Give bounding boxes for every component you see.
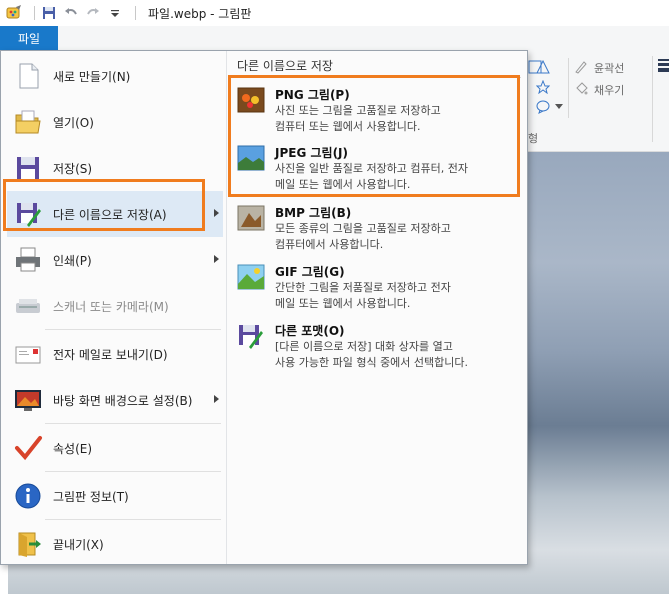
info-icon [13,481,43,511]
submenu-item-description: 모든 종류의 그림을 고품질로 저장하고 컴퓨터에서 사용합니다. [275,222,451,251]
menu-item-label: 전자 메일로 보내기(D) [53,347,168,362]
menu-item-properties[interactable]: 속성(E) [7,425,223,471]
scanner-icon [13,291,43,321]
title-bar: 파일.webp - 그림판 [0,0,669,26]
ribbon-shapes-group: 윤곽선 채우기 형 [528,52,669,152]
submenu-arrow-icon [214,255,219,263]
submenu-header: 다른 이름으로 저장 [237,59,333,73]
menu-item-label: 그림판 정보(T) [53,489,129,504]
submenu-item-title: BMP 그림(B) [275,206,352,220]
menu-item-label: 스캐너 또는 카메라(M) [53,299,169,314]
triangle-shape-icon[interactable] [536,59,550,74]
divider [135,6,136,20]
menu-item-label: 열기(O) [53,115,94,130]
printer-icon [13,245,43,275]
outline-icon[interactable] [574,60,588,74]
star-shape-icon[interactable] [535,79,551,95]
menu-item-desktop-background[interactable]: 바탕 화면 배경으로 설정(B) [7,377,223,423]
exit-icon [13,529,43,559]
menu-item-exit[interactable]: 끝내기(X) [7,521,223,567]
paint-app-icon[interactable] [6,5,22,21]
size-icon[interactable] [658,58,669,72]
email-icon [13,339,43,369]
submenu-arrow-icon [214,395,219,403]
save-quick-icon[interactable] [41,5,57,21]
redo-icon[interactable] [85,5,101,21]
submenu-arrow-icon [214,209,219,217]
submenu-item-gif[interactable]: GIF 그림(G) 간단한 그림을 저품질로 저장하고 전자 메일 또는 웹에서… [231,260,523,318]
shapes-more-icon[interactable] [554,100,568,114]
divider [45,329,221,330]
callout-shape-icon[interactable] [536,100,550,114]
menu-item-label: 끝내기(X) [53,537,104,552]
window-title: 파일.webp - 그림판 [148,6,252,21]
menu-item-print[interactable]: 인쇄(P) [7,237,223,283]
undo-icon[interactable] [63,5,79,21]
menu-item-label: 새로 만들기(N) [53,69,131,84]
menu-item-open[interactable]: 열기(O) [7,99,223,145]
submenu-item-title: GIF 그림(G) [275,265,345,279]
file-menu-commands: 새로 만들기(N) 열기(O) 저장(S) 다른 이름으로 저장(A) 인쇄(P… [1,51,227,564]
submenu-item-description: [다른 이름으로 저장] 대화 상자를 열고 사용 가능한 파일 형식 중에서 … [275,340,469,369]
menu-item-label: 인쇄(P) [53,253,92,268]
menu-item-email[interactable]: 전자 메일로 보내기(D) [7,331,223,377]
highlight-save-as [3,179,205,231]
submenu-item-other-format[interactable]: 다른 포맷(O) [다른 이름으로 저장] 대화 상자를 열고 사용 가능한 파… [231,319,523,377]
submenu-item-title: 다른 포맷(O) [275,324,345,338]
submenu-item-description: 간단한 그림을 저품질로 저장하고 전자 메일 또는 웹에서 사용합니다. [275,281,451,310]
divider [568,58,569,118]
menu-item-label: 저장(S) [53,161,93,176]
file-tab[interactable]: 파일 [0,26,58,50]
menu-item-label: 속성(E) [53,441,93,456]
desktop-background-icon [13,385,43,415]
open-folder-icon [13,107,43,137]
group-label: 형 [528,132,539,145]
bmp-image-icon [237,205,265,231]
other-format-icon [237,323,265,349]
fill-label[interactable]: 채우기 [594,82,624,98]
highlight-png-jpeg [228,75,520,197]
divider [45,471,221,472]
menu-item-scanner[interactable]: 스캐너 또는 카메라(M) [7,283,223,329]
divider [34,6,35,20]
menu-item-label: 바탕 화면 배경으로 설정(B) [53,393,193,408]
properties-check-icon [13,433,43,463]
divider [45,519,221,520]
menu-item-new[interactable]: 새로 만들기(N) [7,53,223,99]
outline-label[interactable]: 윤곽선 [594,60,624,76]
submenu-item-bmp[interactable]: BMP 그림(B) 모든 종류의 그림을 고품질로 저장하고 컴퓨터에서 사용합… [231,201,523,259]
fill-icon[interactable] [574,82,588,96]
divider [652,56,653,142]
menu-item-about[interactable]: 그림판 정보(T) [7,473,223,519]
divider [45,423,221,424]
gif-image-icon [237,264,265,290]
customize-toolbar-dropdown-icon[interactable] [107,5,123,21]
new-file-icon [13,61,43,91]
